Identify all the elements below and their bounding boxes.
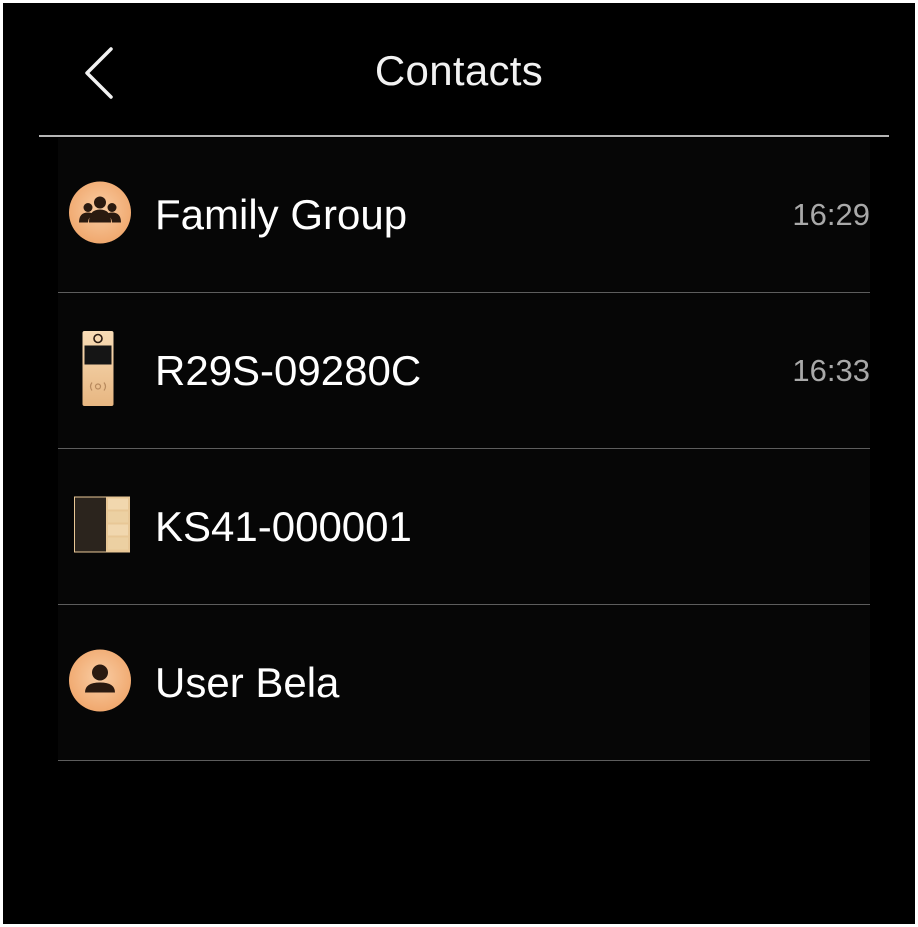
contact-row-user-bela[interactable]: User Bela: [58, 605, 870, 761]
contact-row-ks41[interactable]: KS41-000001: [58, 449, 870, 605]
contact-list: Family Group 16:29 R29S-09280C 16:33 KS4…: [58, 138, 870, 761]
contact-row-r29s[interactable]: R29S-09280C 16:33: [58, 293, 870, 449]
header-divider: [39, 135, 889, 137]
contact-name: User Bela: [155, 658, 340, 706]
keypad-panel-icon: [74, 496, 130, 557]
header: Contacts: [3, 3, 915, 137]
user-icon: [68, 648, 132, 717]
contact-name: KS41-000001: [155, 502, 412, 550]
contacts-screen: Contacts Family Group 16:29 R29S-09280C …: [3, 3, 915, 924]
page-title: Contacts: [374, 47, 544, 94]
door-phone-icon: [82, 330, 114, 411]
contact-time: 16:33: [792, 352, 870, 388]
contact-name: Family Group: [155, 191, 408, 238]
contact-name: R29S-09280C: [155, 346, 422, 394]
contact-time: 16:29: [792, 197, 870, 232]
group-icon: [68, 181, 132, 250]
contact-row-family-group[interactable]: Family Group 16:29: [58, 138, 870, 293]
